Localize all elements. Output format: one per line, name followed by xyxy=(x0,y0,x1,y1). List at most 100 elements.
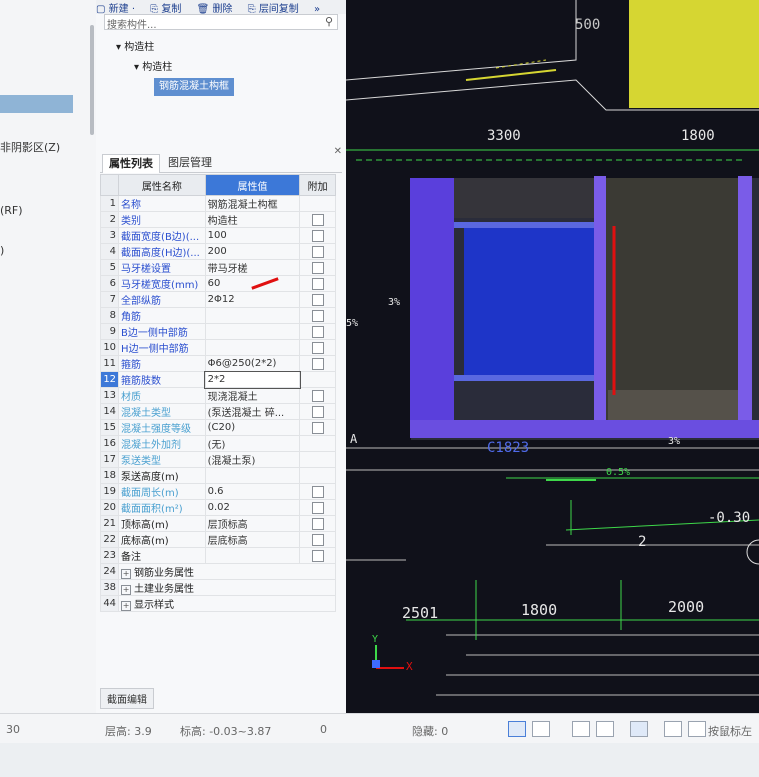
extra-checkbox[interactable] xyxy=(311,533,324,546)
property-value[interactable]: 2Φ12 xyxy=(204,291,301,308)
extra-checkbox[interactable] xyxy=(311,421,324,434)
left-dock-item-shadow[interactable]: 非阴影区(Z) xyxy=(0,139,60,155)
property-value-input[interactable]: 2*2 xyxy=(204,370,301,389)
extra-cell xyxy=(299,323,336,340)
extra-checkbox[interactable] xyxy=(311,341,324,354)
property-value[interactable] xyxy=(204,467,301,484)
property-value[interactable]: 层底标高 xyxy=(204,531,301,548)
property-name: 截面面积(m²) xyxy=(118,499,206,516)
left-dock-item-paren[interactable]: ) xyxy=(0,244,4,257)
ortho-toggle-icon[interactable] xyxy=(508,721,526,737)
table-row[interactable]: 5 马牙槎设置 带马牙槎 xyxy=(99,259,336,276)
table-row[interactable]: 12 箍筋肢数 2*2 xyxy=(99,370,336,389)
property-value[interactable]: 层顶标高 xyxy=(204,515,301,532)
expand-icon[interactable]: + xyxy=(121,601,132,611)
arc-icon[interactable] xyxy=(688,721,706,737)
property-value[interactable]: 构造柱 xyxy=(204,211,301,228)
extra-checkbox[interactable] xyxy=(311,549,324,562)
table-row[interactable]: 16 混凝土外加剂 (无) xyxy=(99,435,336,452)
property-value[interactable]: 钢筋混凝土构框 xyxy=(204,195,301,212)
expand-icon[interactable]: + xyxy=(121,585,132,595)
property-value[interactable]: 200 xyxy=(204,243,301,260)
property-value[interactable]: 带马牙槎 xyxy=(204,259,301,276)
section-edit-button[interactable]: 截面编辑 xyxy=(100,688,154,709)
property-value[interactable] xyxy=(204,547,301,564)
tree-node-selected[interactable]: 钢筋混凝土构框 xyxy=(154,78,234,96)
table-row[interactable]: 13 材质 现浇混凝土 xyxy=(99,387,336,404)
property-value[interactable]: (混凝土泵) xyxy=(204,451,301,468)
extra-checkbox[interactable] xyxy=(311,309,324,322)
table-row[interactable]: 9 B边一侧中部筋 xyxy=(99,323,336,340)
search-icon[interactable]: ⚲ xyxy=(325,15,333,28)
left-dock-selected-item[interactable] xyxy=(0,95,73,113)
property-value[interactable]: 0.02 xyxy=(204,499,301,516)
extra-checkbox[interactable] xyxy=(311,213,324,226)
expand-icon[interactable]: + xyxy=(121,569,132,579)
extra-checkbox[interactable] xyxy=(311,261,324,274)
dock-scrollbar[interactable] xyxy=(90,25,94,135)
extra-checkbox[interactable] xyxy=(311,325,324,338)
table-row[interactable]: 20 截面面积(m²) 0.02 xyxy=(99,499,336,516)
slope-label-right: 3% xyxy=(668,436,681,447)
extra-checkbox[interactable] xyxy=(311,501,324,514)
property-value[interactable]: 100 xyxy=(204,227,301,244)
snap-box-icon[interactable] xyxy=(532,721,550,737)
table-row[interactable]: 19 截面周长(m) 0.6 xyxy=(99,483,336,500)
table-row[interactable]: 7 全部纵筋 2Φ12 xyxy=(99,291,336,308)
table-row[interactable]: 18 泵送高度(m) xyxy=(99,467,336,484)
property-value[interactable] xyxy=(204,307,301,324)
extra-checkbox[interactable] xyxy=(311,245,324,258)
cad-viewport[interactable]: 500 3300 1800 3% 5% A C1823 3% 0.5% -0.3… xyxy=(346,0,759,713)
plus-snap-icon[interactable] xyxy=(630,721,648,737)
angle-icon[interactable] xyxy=(596,721,614,737)
table-row[interactable]: 11 箍筋 Φ6@250(2*2) xyxy=(99,355,336,372)
extra-checkbox[interactable] xyxy=(311,389,324,402)
table-row[interactable]: 38 + 土建业务属性 xyxy=(99,579,336,596)
tab-properties[interactable]: 属性列表 xyxy=(102,154,160,173)
property-value[interactable]: (泵送混凝土 碎... xyxy=(204,403,301,420)
property-value[interactable] xyxy=(204,323,301,340)
table-row[interactable]: 24 + 钢筋业务属性 xyxy=(99,563,336,580)
extra-cell xyxy=(299,307,336,324)
table-row[interactable]: 44 + 显示样式 xyxy=(99,595,336,612)
property-name: 类别 xyxy=(118,211,206,228)
extra-checkbox[interactable] xyxy=(311,229,324,242)
property-value[interactable]: 0.6 xyxy=(204,483,301,500)
property-value[interactable]: 现浇混凝土 xyxy=(204,387,301,404)
table-row[interactable]: 14 混凝土类型 (泵送混凝土 碎... xyxy=(99,403,336,420)
left-dock-item-rf[interactable]: (RF) xyxy=(0,204,23,217)
table-row[interactable]: 21 顶标高(m) 层顶标高 xyxy=(99,515,336,532)
property-name: + 钢筋业务属性 xyxy=(118,563,336,580)
tree-node-child[interactable]: ▾ 构造柱 xyxy=(134,58,172,73)
extra-checkbox[interactable] xyxy=(311,277,324,290)
table-row[interactable]: 15 混凝土强度等级 (C20) xyxy=(99,419,336,436)
table-row[interactable]: 17 泵送类型 (混凝土泵) xyxy=(99,451,336,468)
table-row[interactable]: 4 截面高度(H边)(... 200 xyxy=(99,243,336,260)
extra-cell xyxy=(299,211,336,228)
extra-checkbox[interactable] xyxy=(311,485,324,498)
property-value[interactable] xyxy=(204,339,301,356)
extra-checkbox[interactable] xyxy=(311,293,324,306)
table-row[interactable]: 3 截面宽度(B边)(... 100 xyxy=(99,227,336,244)
table-row[interactable]: 6 马牙槎宽度(mm) 60 xyxy=(99,275,336,292)
extra-cell xyxy=(299,259,336,276)
table-row[interactable]: 22 底标高(m) 层底标高 xyxy=(99,531,336,548)
property-value[interactable]: (C20) xyxy=(204,419,301,436)
table-row[interactable]: 23 备注 xyxy=(99,547,336,564)
cross-icon[interactable] xyxy=(572,721,590,737)
property-value[interactable]: Φ6@250(2*2) xyxy=(204,355,301,372)
table-row[interactable]: 2 类别 构造柱 xyxy=(99,211,336,228)
table-row[interactable]: 10 H边一侧中部筋 xyxy=(99,339,336,356)
search-input[interactable]: 搜索构件... ⚲ xyxy=(104,14,338,31)
tree-node-root[interactable]: ▾ 构造柱 xyxy=(116,38,154,53)
tab-layers[interactable]: 图层管理 xyxy=(162,154,218,172)
property-value[interactable]: (无) xyxy=(204,435,301,452)
extra-checkbox[interactable] xyxy=(311,357,324,370)
table-row[interactable]: 1 名称 钢筋混凝土构框 xyxy=(99,195,336,212)
extra-checkbox[interactable] xyxy=(311,405,324,418)
extra-checkbox[interactable] xyxy=(311,517,324,530)
elevation-label: -0.30 xyxy=(708,510,751,526)
grid-icon[interactable] xyxy=(664,721,682,737)
table-row[interactable]: 8 角筋 xyxy=(99,307,336,324)
extra-cell xyxy=(299,275,336,292)
